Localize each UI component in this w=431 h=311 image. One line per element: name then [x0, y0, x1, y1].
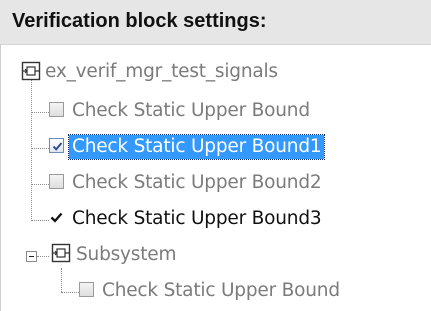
tree-item-check-static-upper-bound2[interactable]: Check Static Upper Bound2: [49, 166, 429, 202]
tree-connector: [61, 292, 79, 293]
checkbox[interactable]: [49, 102, 64, 117]
tree-item-label: Check Static Upper Bound: [102, 280, 340, 301]
tree-item-label: Check Static Upper Bound: [72, 100, 310, 121]
subsystem-block-icon: [51, 243, 71, 263]
checkbox[interactable]: [49, 210, 64, 225]
tree-connector: [31, 77, 32, 221]
tree-item-label: Check Static Upper Bound1: [67, 134, 326, 160]
tree-item-subsystem-check-static-upper-bound[interactable]: Check Static Upper Bound: [79, 274, 429, 310]
checkbox[interactable]: [49, 138, 64, 153]
tree-connector: [31, 148, 49, 149]
tree-connector: [31, 112, 49, 113]
tree-item-label: Check Static Upper Bound2: [72, 172, 322, 193]
checkmark-icon: [50, 212, 63, 223]
block-diagram-icon: [21, 61, 41, 81]
tree-connector: [31, 184, 49, 185]
verification-settings-panel: Verification block settings: ex_verif_mg…: [0, 0, 431, 311]
tree-root-row[interactable]: ex_verif_mgr_test_signals: [1, 58, 431, 88]
panel-header: Verification block settings:: [0, 0, 431, 45]
tree-connector: [31, 220, 49, 221]
tree-item-check-static-upper-bound1[interactable]: Check Static Upper Bound1: [49, 130, 429, 166]
tree-subsystem-row[interactable]: Subsystem: [1, 238, 431, 274]
tree-root-label: ex_verif_mgr_test_signals: [45, 61, 278, 82]
block-tree: ex_verif_mgr_test_signals Check Static U…: [0, 44, 431, 311]
checkbox[interactable]: [79, 282, 94, 297]
tree-item-check-static-upper-bound3[interactable]: Check Static Upper Bound3: [49, 202, 429, 238]
checkbox[interactable]: [49, 174, 64, 189]
tree-item-check-static-upper-bound[interactable]: Check Static Upper Bound: [49, 94, 429, 130]
panel-title: Verification block settings:: [12, 10, 267, 32]
checkmark-icon: [52, 142, 63, 151]
tree-item-label: Check Static Upper Bound3: [72, 208, 322, 229]
collapse-toggle-icon[interactable]: [26, 251, 37, 262]
tree-subsystem-label: Subsystem: [76, 244, 177, 265]
